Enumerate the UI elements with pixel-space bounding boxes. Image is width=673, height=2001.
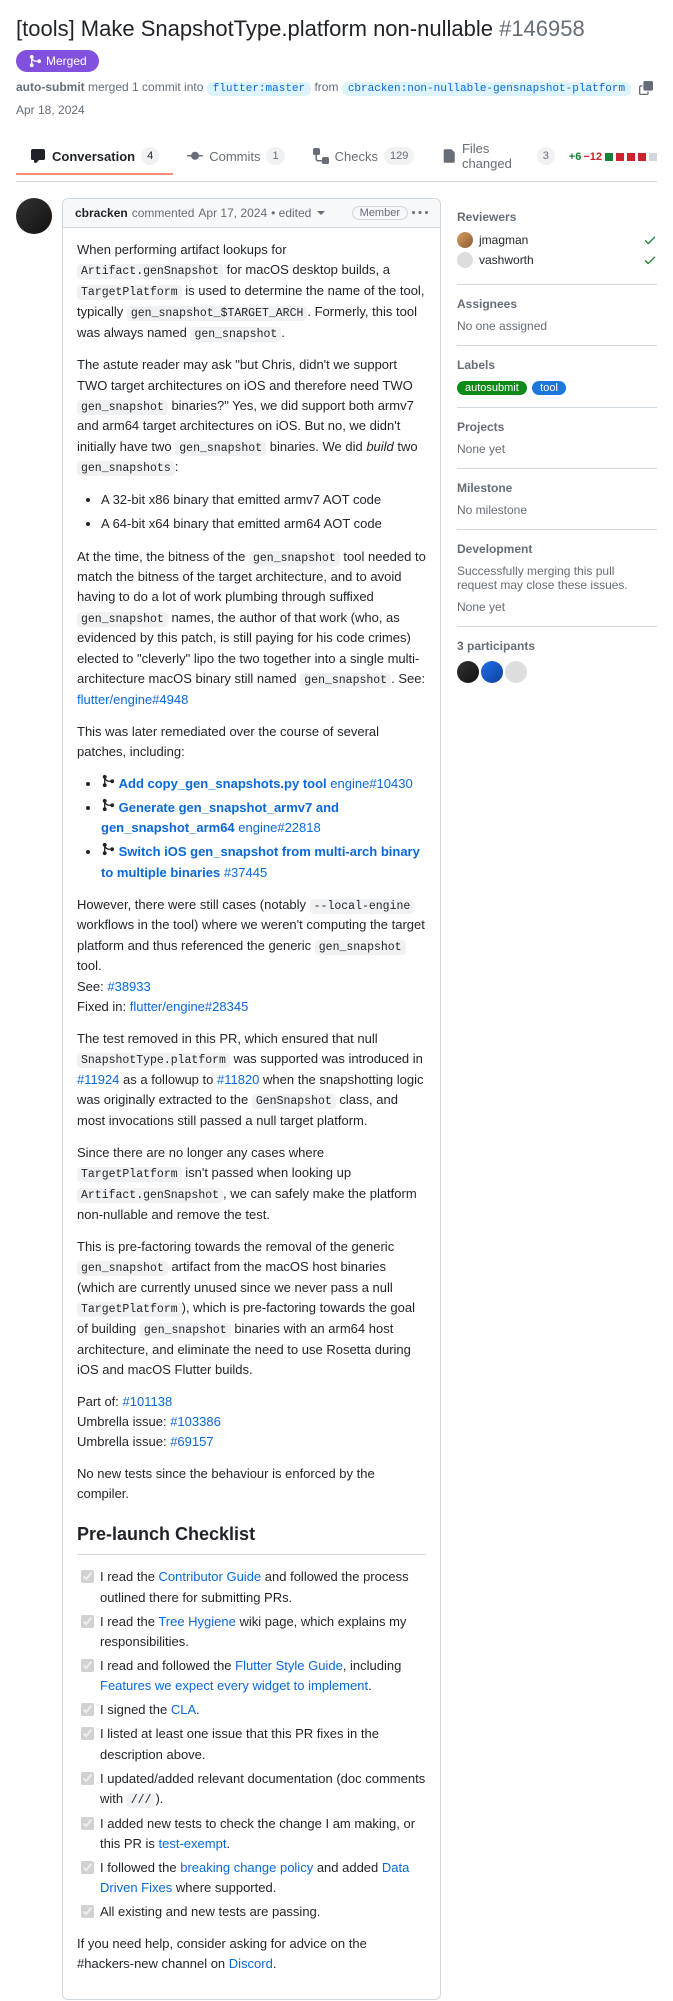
development-heading[interactable]: Development bbox=[457, 542, 657, 556]
link[interactable]: #37445 bbox=[224, 865, 267, 880]
task-checkbox bbox=[81, 1703, 94, 1716]
kebab-icon[interactable] bbox=[412, 205, 428, 221]
link[interactable]: test-exempt bbox=[159, 1836, 227, 1851]
merge-info: auto-submit merged 1 commit into flutter… bbox=[16, 80, 631, 95]
head-branch[interactable]: cbracken:non-nullable-gensnapshot-platfo… bbox=[342, 82, 631, 96]
checklist-heading: Pre-launch Checklist bbox=[77, 1521, 426, 1556]
base-branch[interactable]: flutter:master bbox=[207, 82, 311, 96]
labels-heading[interactable]: Labels bbox=[457, 358, 657, 372]
tab-checks[interactable]: Checks129 bbox=[299, 139, 429, 175]
merge-icon bbox=[101, 842, 115, 856]
role-badge: Member bbox=[352, 206, 408, 220]
link[interactable]: Features we expect every widget to imple… bbox=[100, 1678, 368, 1693]
check-icon bbox=[643, 253, 657, 267]
link[interactable]: Add copy_gen_snapshots.py tool bbox=[119, 776, 327, 791]
link[interactable]: #103386 bbox=[170, 1414, 221, 1429]
diffstat[interactable]: +6 −12 bbox=[569, 151, 657, 163]
tab-commits[interactable]: Commits1 bbox=[173, 139, 298, 175]
milestone-heading[interactable]: Milestone bbox=[457, 481, 657, 495]
link[interactable]: flutter/engine#4948 bbox=[77, 692, 188, 707]
participant-avatar[interactable] bbox=[457, 661, 479, 683]
participant-avatar[interactable] bbox=[505, 661, 527, 683]
link[interactable]: Contributor Guide bbox=[159, 1569, 262, 1584]
edited-caret-icon[interactable] bbox=[317, 211, 325, 215]
merge-icon bbox=[101, 798, 115, 812]
task-checkbox bbox=[81, 1772, 94, 1785]
participant-avatar[interactable] bbox=[481, 661, 503, 683]
comment-body: When performing artifact lookups for Art… bbox=[63, 228, 440, 1999]
reviewer-row[interactable]: vashworth bbox=[457, 252, 657, 268]
link[interactable]: engine#10430 bbox=[330, 776, 412, 791]
link[interactable]: engine#22818 bbox=[238, 820, 320, 835]
reviewer-row[interactable]: jmagman bbox=[457, 232, 657, 248]
link[interactable]: breaking change policy bbox=[180, 1860, 313, 1875]
reviewers-heading[interactable]: Reviewers bbox=[457, 210, 657, 224]
state-badge: Merged bbox=[16, 50, 99, 72]
comment: cbracken commented Apr 17, 2024 • edited… bbox=[62, 198, 441, 2000]
link[interactable]: #11924 bbox=[77, 1072, 119, 1087]
link[interactable]: #11820 bbox=[217, 1072, 259, 1087]
link[interactable]: flutter/engine#28345 bbox=[130, 999, 249, 1014]
link[interactable]: Flutter Style Guide bbox=[235, 1658, 343, 1673]
tab-files[interactable]: Files changed3 bbox=[428, 133, 568, 181]
task-checkbox bbox=[81, 1659, 94, 1672]
label-pill[interactable]: autosubmit bbox=[457, 381, 527, 395]
copy-branch-icon[interactable] bbox=[639, 81, 653, 95]
task-checkbox bbox=[81, 1570, 94, 1583]
task-checkbox bbox=[81, 1861, 94, 1874]
link[interactable]: #69157 bbox=[170, 1434, 213, 1449]
task-checkbox bbox=[81, 1727, 94, 1740]
task-checkbox bbox=[81, 1615, 94, 1628]
assignees-heading[interactable]: Assignees bbox=[457, 297, 657, 311]
link[interactable]: Discord bbox=[229, 1956, 273, 1971]
projects-heading[interactable]: Projects bbox=[457, 420, 657, 434]
pr-title: [tools] Make SnapshotType.platform non-n… bbox=[16, 16, 585, 42]
merge-date: Apr 18, 2024 bbox=[16, 103, 85, 117]
avatar[interactable] bbox=[16, 198, 52, 234]
link[interactable]: #101138 bbox=[123, 1394, 173, 1409]
task-checkbox bbox=[81, 1905, 94, 1918]
comment-date[interactable]: Apr 17, 2024 bbox=[198, 206, 267, 220]
label-pill[interactable]: tool bbox=[532, 381, 566, 395]
task-checkbox bbox=[81, 1817, 94, 1830]
pr-number: #146958 bbox=[499, 16, 585, 41]
participants-heading: 3 participants bbox=[457, 639, 657, 653]
link[interactable]: #38933 bbox=[107, 979, 150, 994]
link[interactable]: CLA bbox=[171, 1702, 196, 1717]
tab-conversation[interactable]: Conversation4 bbox=[16, 139, 173, 175]
pr-tabs: Conversation4 Commits1 Checks129 Files c… bbox=[16, 133, 657, 182]
link[interactable]: Tree Hygiene bbox=[158, 1614, 236, 1629]
check-icon bbox=[643, 233, 657, 247]
merge-icon bbox=[101, 774, 115, 788]
comment-author[interactable]: cbracken bbox=[75, 206, 128, 220]
